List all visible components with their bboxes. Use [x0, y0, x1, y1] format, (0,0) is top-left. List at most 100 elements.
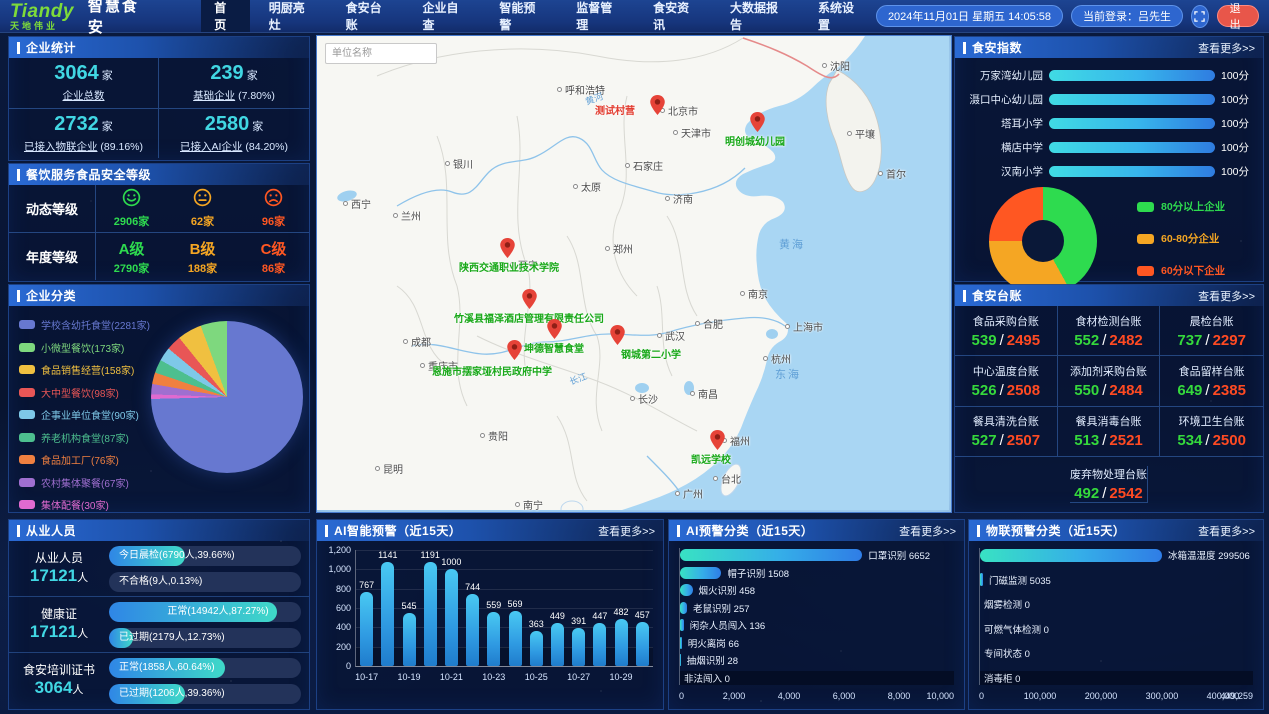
x-tick-label: 10,000: [926, 691, 954, 701]
staff-bar-track: 不合格(9人,0.13%): [109, 572, 301, 592]
bar: [360, 592, 373, 666]
staff-bar-text: 正常(14942人,87.27%): [167, 602, 268, 622]
view-more-link[interactable]: 查看更多>>: [1198, 288, 1255, 304]
map-pin-4[interactable]: [522, 289, 537, 309]
dynamic-level-label: 动态等级: [9, 185, 96, 232]
legend-swatch-icon: [19, 478, 35, 487]
x-tick-label: 10-23: [482, 672, 505, 682]
annual-grade: B级: [190, 238, 216, 259]
legend-label: 60-80分企业: [1161, 231, 1219, 246]
fullscreen-button[interactable]: [1191, 5, 1209, 28]
app-title: 智慧食安: [88, 0, 153, 37]
iot-category-bar-chart: 冰箱温湿度 299506门磁监测 5035烟雾检测 0可燃气体检测 0专间状态 …: [979, 548, 1253, 685]
ledger-cell-10: 废弃物处理台账492/2542: [1070, 466, 1148, 503]
staff-row-label: 食安培训证书3064人: [9, 663, 109, 698]
location-pin-icon: [522, 289, 537, 309]
map-city-南宁: 南宁: [515, 502, 520, 507]
x-tick-label: 10-21: [440, 672, 463, 682]
map-pin-label: 坤德智慧食堂: [524, 340, 584, 355]
logo-subtitle: 天地伟业: [10, 22, 74, 31]
face-icon-wrap: [193, 188, 212, 212]
view-more-link[interactable]: 查看更多>>: [1198, 40, 1255, 56]
ledger-label: 中心温度台账: [973, 363, 1039, 379]
nav-tab-9[interactable]: 系统设置: [805, 0, 876, 32]
location-pin-icon: [507, 340, 522, 360]
view-more-link[interactable]: 查看更多>>: [899, 523, 956, 539]
stat-cell-2: 239家基础企业 (7.80%): [159, 58, 309, 109]
ledger-label: 食品采购台账: [973, 313, 1039, 329]
staff-name: 健康证: [41, 607, 77, 621]
city-label: 太原: [581, 179, 601, 194]
bar-value-label: 767: [359, 580, 374, 590]
index-score-bar: [1049, 94, 1215, 105]
nav-tab-3[interactable]: 食安台账: [333, 0, 404, 32]
panel-title: AI智能预警（近15天）: [334, 522, 461, 539]
x-tick-label: 10-27: [567, 672, 590, 682]
index-row-2: 滠口中心幼儿园100分: [959, 92, 1255, 107]
legend-label: 学校含幼托食堂(2281家): [41, 317, 150, 332]
bar: [509, 611, 522, 666]
city-dot-icon: [785, 324, 790, 329]
x-tick-label: 6,000: [833, 691, 856, 701]
map-pin-1[interactable]: [650, 95, 665, 115]
nav-tab-7[interactable]: 食安资讯: [640, 0, 711, 32]
nav-tab-6[interactable]: 监督管理: [563, 0, 634, 32]
legend-label: 养老机构食堂(87家): [41, 430, 129, 445]
nav-tab-4[interactable]: 企业自查: [409, 0, 480, 32]
map-pin-3[interactable]: [500, 238, 515, 258]
bar-group-10-18: 1141: [381, 550, 395, 666]
ledger-bottom-row: 废弃物处理台账492/2542: [955, 456, 1263, 511]
city-dot-icon: [605, 246, 610, 251]
legend-label: 食品加工厂(76家): [41, 452, 119, 467]
bar-value-label: 569: [508, 599, 523, 609]
city-label: 福州: [730, 433, 750, 448]
city-label: 首尔: [886, 166, 906, 181]
nav-tab-2[interactable]: 明厨亮灶: [256, 0, 327, 32]
map-pin-8[interactable]: [710, 430, 725, 450]
index-school-name: 汉南小学: [959, 164, 1043, 179]
view-more-link[interactable]: 查看更多>>: [1198, 523, 1255, 539]
map-pin-6[interactable]: [610, 325, 625, 345]
map-search-input[interactable]: [325, 43, 437, 64]
map-city-南昌: 南昌: [690, 391, 695, 396]
map-city-台北: 台北: [713, 476, 718, 481]
main-nav: 首页明厨亮灶食安台账企业自查智能预警监督管理食安资讯大数据报告系统设置: [201, 0, 876, 32]
hbar-fill: [680, 602, 687, 614]
panel-title: 企业统计: [26, 39, 76, 56]
fullscreen-icon: [1194, 11, 1205, 22]
staff-row-1: 从业人员17121人今日晨检(6790人,39.66%)不合格(9人,0.13%…: [9, 541, 309, 597]
x-tick-label: 10-29: [610, 672, 633, 682]
legend-label: 小微型餐饮(173家): [41, 340, 124, 355]
index-score-bar: [1049, 142, 1215, 153]
panel-enterprise-category: 企业分类 学校含幼托食堂(2281家)小微型餐饮(173家)食品销售经营(158…: [8, 284, 310, 513]
legend-swatch-icon: [19, 343, 35, 352]
bar-value-label: 1000: [441, 557, 461, 567]
map-pin-2[interactable]: [750, 112, 765, 132]
index-school-rows: 万家湾幼儿园100分滠口中心幼儿园100分塔耳小学100分横店中学100分汉南小…: [955, 58, 1263, 179]
china-map-panel[interactable]: 沈阳呼和浩特北京市天津市银川石家庄太原济南西宁兰州郑州西安南京上海市合肥武汉杭州…: [316, 35, 952, 513]
view-more-link[interactable]: 查看更多>>: [598, 523, 655, 539]
bar-value-label: 449: [550, 611, 565, 621]
city-label: 成都: [411, 334, 431, 349]
logout-button[interactable]: 退出: [1217, 5, 1259, 27]
staff-bars: 正常(14942人,87.27%)已过期(2179人,12.73%): [109, 602, 309, 648]
legend-swatch-icon: [1137, 266, 1154, 276]
annual-level-item-1: A级2790家: [96, 233, 167, 280]
annual-grade: A级: [119, 238, 145, 259]
header-tick: [677, 525, 680, 537]
map-pin-5[interactable]: [547, 319, 562, 339]
nav-tab-5[interactable]: 智能预警: [486, 0, 557, 32]
ledger-label: 添加剂采购台账: [1070, 363, 1147, 379]
annual-level-label: 年度等级: [9, 233, 96, 280]
nav-tab-8[interactable]: 大数据报告: [717, 0, 799, 32]
map-city-昆明: 昆明: [375, 466, 380, 471]
header-tick: [325, 525, 328, 537]
hbar-label: 冰箱温湿度 299506: [1168, 548, 1250, 562]
city-dot-icon: [375, 466, 380, 471]
x-tick-label: 0: [679, 691, 684, 701]
nav-tab-1[interactable]: 首页: [201, 0, 249, 32]
staff-bars: 今日晨检(6790人,39.66%)不合格(9人,0.13%): [109, 546, 309, 592]
city-label: 天津市: [681, 125, 711, 140]
map-pin-7[interactable]: [507, 340, 522, 360]
header-tick: [17, 525, 20, 537]
